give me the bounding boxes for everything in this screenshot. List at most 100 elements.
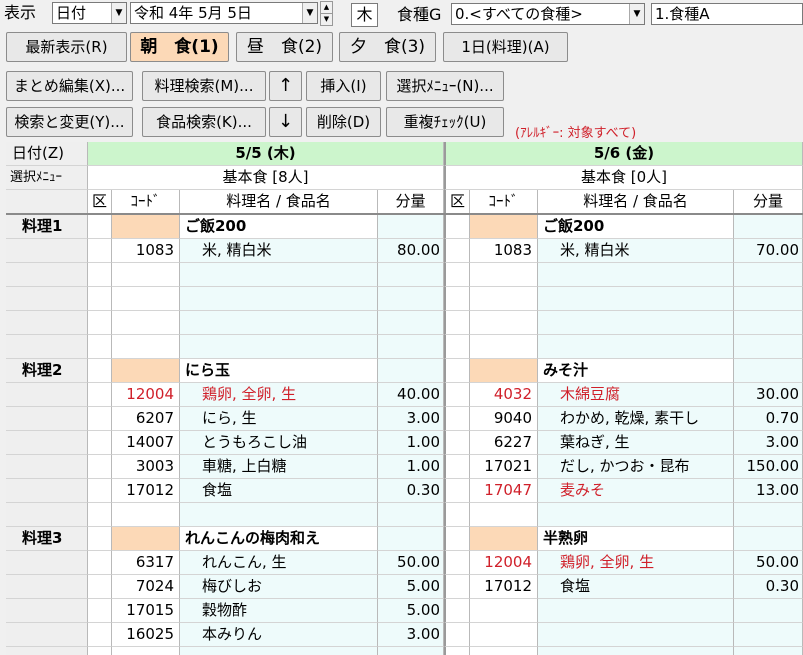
code-cell[interactable]: [112, 311, 180, 335]
ku-cell[interactable]: [88, 335, 112, 359]
ku-cell[interactable]: [444, 575, 470, 599]
food-search-button[interactable]: 食品検索(K)...: [142, 107, 266, 137]
spin-down-icon[interactable]: ▼: [321, 14, 332, 25]
code-cell[interactable]: 14007: [112, 431, 180, 455]
ku-cell[interactable]: [88, 551, 112, 575]
quantity-cell[interactable]: 1.00: [378, 455, 444, 479]
quantity-cell[interactable]: 13.00: [734, 479, 803, 503]
food-name-cell[interactable]: だし, かつお・昆布: [538, 455, 734, 479]
quantity-cell[interactable]: 3.00: [734, 431, 803, 455]
code-cell[interactable]: [470, 623, 538, 647]
code-cell[interactable]: 6207: [112, 407, 180, 431]
code-cell[interactable]: [112, 263, 180, 287]
ku-cell[interactable]: [88, 383, 112, 407]
food-name-cell[interactable]: 米, 精白米: [538, 239, 734, 263]
ku-cell[interactable]: [444, 479, 470, 503]
code-cell[interactable]: [470, 503, 538, 527]
ku-cell[interactable]: [444, 359, 470, 383]
food-name-cell[interactable]: [180, 287, 378, 311]
food-name-cell[interactable]: わかめ, 乾燥, 素干し: [538, 407, 734, 431]
date-spinner[interactable]: ▲ ▼: [320, 1, 333, 26]
food-name-cell[interactable]: にら, 生: [180, 407, 378, 431]
food-name-cell[interactable]: 穀物酢: [180, 599, 378, 623]
code-cell[interactable]: 1083: [112, 239, 180, 263]
food-name-cell[interactable]: [180, 311, 378, 335]
quantity-cell[interactable]: 70.00: [734, 239, 803, 263]
code-cell[interactable]: [470, 263, 538, 287]
recipe-name-cell[interactable]: れんこんの梅肉和え: [180, 527, 378, 551]
chevron-down-icon[interactable]: ▼: [629, 4, 644, 24]
spin-up-icon[interactable]: ▲: [321, 2, 332, 14]
ku-cell[interactable]: [444, 455, 470, 479]
ku-cell[interactable]: [444, 551, 470, 575]
quantity-cell[interactable]: 0.30: [378, 479, 444, 503]
quantity-cell[interactable]: 80.00: [378, 239, 444, 263]
food-name-cell[interactable]: [180, 263, 378, 287]
recipe-search-button[interactable]: 料理検索(M)...: [142, 71, 266, 101]
quantity-cell[interactable]: [378, 503, 444, 527]
quantity-cell[interactable]: 50.00: [734, 551, 803, 575]
ku-cell[interactable]: [444, 407, 470, 431]
food-name-cell[interactable]: 葉ねぎ, 生: [538, 431, 734, 455]
quantity-cell[interactable]: 150.00: [734, 455, 803, 479]
ku-cell[interactable]: [88, 431, 112, 455]
quantity-cell[interactable]: 5.00: [378, 575, 444, 599]
quantity-cell[interactable]: [378, 527, 444, 551]
food-name-cell[interactable]: [538, 287, 734, 311]
recipe-name-cell[interactable]: にら玉: [180, 359, 378, 383]
code-cell[interactable]: [470, 599, 538, 623]
ku-cell[interactable]: [88, 623, 112, 647]
code-cell[interactable]: [470, 311, 538, 335]
food-name-cell[interactable]: 木綿豆腐: [538, 383, 734, 407]
quantity-cell[interactable]: [734, 215, 803, 239]
food-name-cell[interactable]: とうもろこし油: [180, 431, 378, 455]
ku-cell[interactable]: [444, 503, 470, 527]
food-name-cell[interactable]: れんこん, 生: [180, 551, 378, 575]
code-cell[interactable]: 9040: [470, 407, 538, 431]
latest-display-button[interactable]: 最新表示(R): [6, 32, 127, 62]
ku-cell[interactable]: [444, 263, 470, 287]
day-menu-header[interactable]: 基本食 [0人]: [444, 166, 803, 190]
code-cell[interactable]: [112, 503, 180, 527]
ku-cell[interactable]: [88, 479, 112, 503]
food-name-cell[interactable]: [538, 623, 734, 647]
quantity-cell[interactable]: [734, 503, 803, 527]
quantity-cell[interactable]: [378, 263, 444, 287]
breakfast-button[interactable]: 朝 食(1): [130, 32, 229, 62]
quantity-cell[interactable]: [734, 359, 803, 383]
food-name-cell[interactable]: [538, 599, 734, 623]
day-date-header[interactable]: 5/5 (木): [88, 142, 444, 166]
code-cell[interactable]: 17012: [112, 479, 180, 503]
duplicate-check-button[interactable]: 重複ﾁｪｯｸ(U): [386, 107, 504, 137]
quantity-cell[interactable]: 0.70: [734, 407, 803, 431]
quantity-cell[interactable]: 3.00: [378, 623, 444, 647]
code-cell[interactable]: 6227: [470, 431, 538, 455]
code-cell[interactable]: 12004: [112, 383, 180, 407]
quantity-cell[interactable]: [734, 647, 803, 655]
ku-cell[interactable]: [444, 383, 470, 407]
food-name-cell[interactable]: [180, 335, 378, 359]
lunch-button[interactable]: 昼 食(2): [236, 32, 333, 62]
code-cell[interactable]: [470, 215, 538, 239]
move-up-button[interactable]: ↑: [269, 71, 302, 101]
ku-cell[interactable]: [444, 335, 470, 359]
recipe-name-cell[interactable]: ご飯200: [538, 215, 734, 239]
search-replace-button[interactable]: 検索と変更(Y)...: [6, 107, 133, 137]
food-name-cell[interactable]: [538, 335, 734, 359]
quantity-cell[interactable]: [734, 263, 803, 287]
food-group-select[interactable]: 0.<すべての食種> ▼: [451, 3, 645, 25]
chevron-down-icon[interactable]: ▼: [111, 3, 126, 23]
recipe-name-cell[interactable]: みそ汁: [538, 359, 734, 383]
ku-cell[interactable]: [88, 527, 112, 551]
food-name-cell[interactable]: 食塩: [538, 575, 734, 599]
quantity-cell[interactable]: [378, 647, 444, 655]
ku-cell[interactable]: [88, 215, 112, 239]
code-cell[interactable]: 4032: [470, 383, 538, 407]
quantity-cell[interactable]: 1.00: [378, 431, 444, 455]
quantity-cell[interactable]: 5.00: [378, 599, 444, 623]
ku-cell[interactable]: [444, 287, 470, 311]
batch-edit-button[interactable]: まとめ編集(X)...: [6, 71, 133, 101]
code-cell[interactable]: 1083: [470, 239, 538, 263]
quantity-cell[interactable]: [378, 335, 444, 359]
quantity-cell[interactable]: [734, 599, 803, 623]
